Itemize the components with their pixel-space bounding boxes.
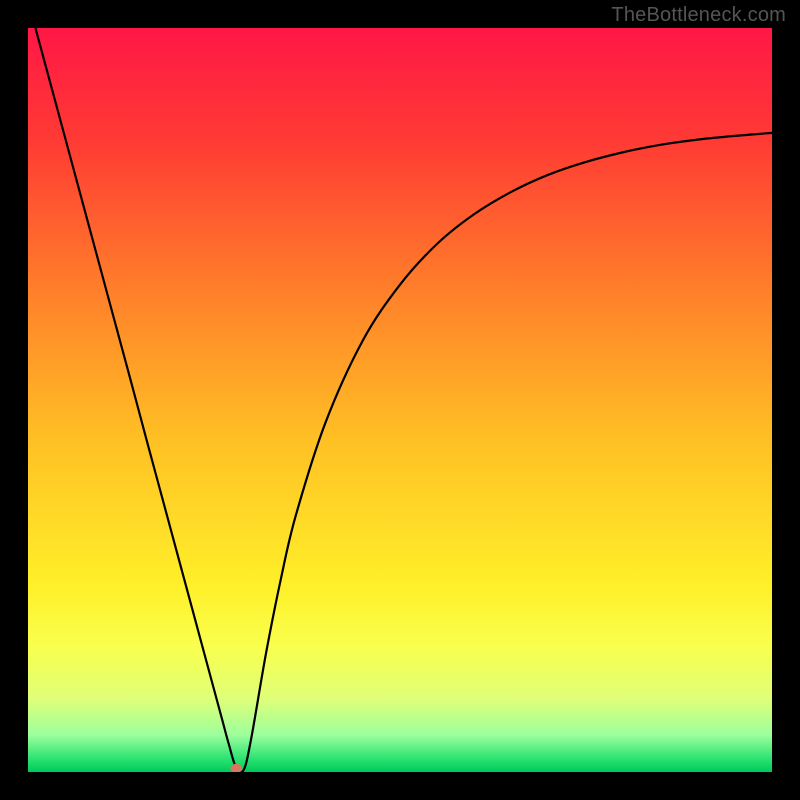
chart-frame: [28, 28, 772, 772]
bottleneck-chart: [28, 28, 772, 772]
chart-background: [28, 28, 772, 772]
attribution-text: TheBottleneck.com: [611, 4, 786, 27]
